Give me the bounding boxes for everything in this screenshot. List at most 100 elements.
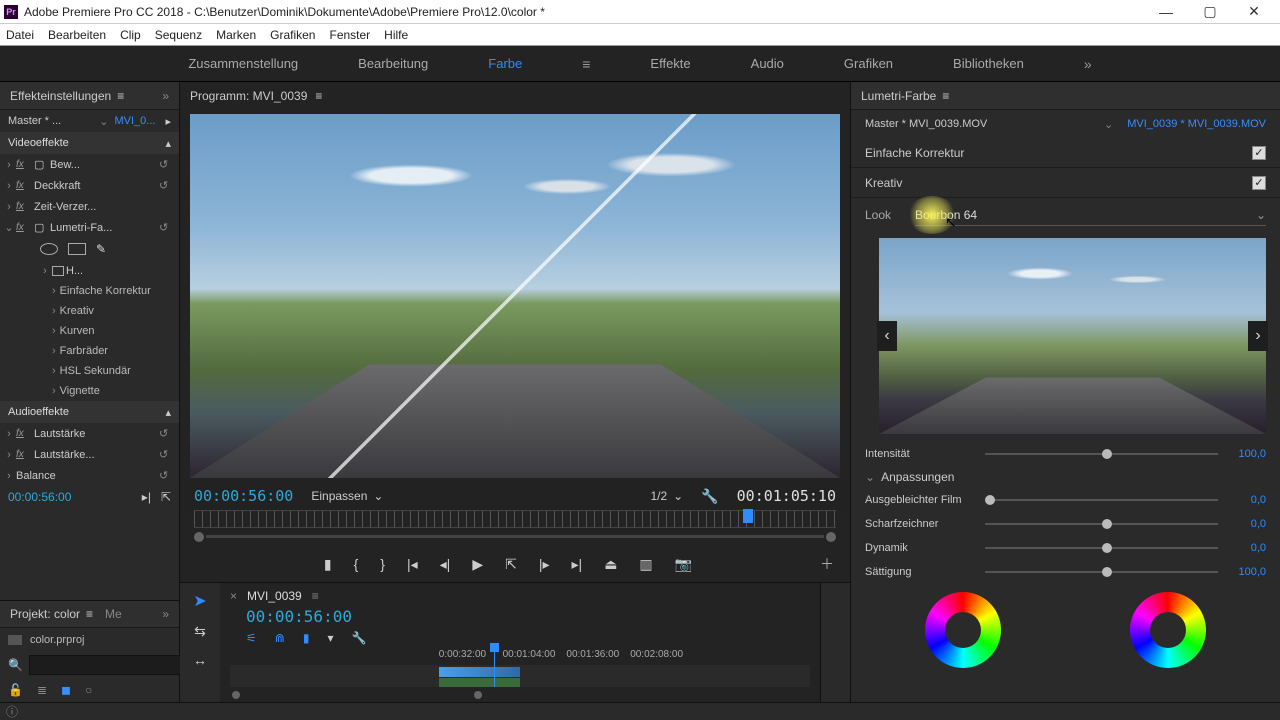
section-toggle-checkbox[interactable]: ✓ [1252, 146, 1266, 160]
timeline-vscroll[interactable] [820, 583, 850, 702]
panel-menu-icon[interactable]: ≡ [117, 89, 124, 103]
play-around-icon[interactable]: ▸| [142, 490, 151, 504]
reset-icon[interactable]: ↺ [159, 179, 175, 192]
reset-icon[interactable]: ↺ [159, 158, 175, 171]
fx-opacity[interactable]: ›fxDeckkraft↺ [0, 175, 179, 196]
mark-out-button[interactable]: } [380, 556, 385, 572]
project-file-row[interactable]: color.prproj [0, 628, 179, 652]
icon-view-icon[interactable]: ◼ [61, 683, 71, 697]
lumetri-sub-basic[interactable]: ›Einfache Korrektur [0, 281, 179, 301]
timeline-video-clip[interactable] [439, 667, 520, 677]
resolution-dropdown[interactable]: 1/2⌄ [650, 489, 683, 503]
current-timecode[interactable]: 00:00:56:00 [194, 487, 293, 505]
program-scrub-bar[interactable] [194, 510, 836, 528]
marker-icon[interactable]: ▾ [327, 631, 333, 645]
lumetri-sub-colorwheels[interactable]: ›Farbräder [0, 341, 179, 361]
audio-effects-header[interactable]: Audioeffekte▴ [0, 401, 179, 423]
workspace-zusammenstellung[interactable]: Zusammenstellung [188, 56, 298, 71]
lock-icon[interactable]: 🔓 [8, 683, 23, 697]
effect-controls-header[interactable]: Effekteinstellungen ≡ » [0, 82, 179, 110]
panel-menu-icon[interactable]: ≡ [86, 607, 93, 621]
shadow-tint-wheel[interactable] [925, 592, 1001, 668]
program-monitor[interactable] [190, 114, 840, 478]
lumetri-master-label[interactable]: Master * MVI_0039.MOV [865, 118, 1098, 130]
program-zoom-bar[interactable] [194, 530, 836, 544]
zoom-handle-left[interactable] [194, 532, 204, 542]
comparison-view-button[interactable]: ▥ [639, 556, 652, 573]
workspace-overflow-icon[interactable]: » [1084, 56, 1092, 72]
workspace-grafiken[interactable]: Grafiken [844, 56, 893, 71]
export-frame-button[interactable]: 📷 [675, 556, 692, 573]
sequence-clip-link[interactable]: MVI_0... [115, 115, 156, 127]
workspace-audio[interactable]: Audio [751, 56, 784, 71]
status-info-icon[interactable]: ⓘ [6, 703, 18, 720]
freeform-view-icon[interactable]: ○ [85, 683, 92, 697]
project-tab-other[interactable]: Me [105, 607, 122, 621]
lumetri-sub-curves[interactable]: ›Kurven [0, 321, 179, 341]
prev-look-button[interactable]: ‹ [877, 321, 897, 351]
close-button[interactable]: ✕ [1232, 3, 1276, 20]
chevron-down-icon[interactable]: ⌄ [99, 115, 108, 128]
workspace-bearbeitung[interactable]: Bearbeitung [358, 56, 428, 71]
menu-marken[interactable]: Marken [216, 28, 256, 42]
slider-knob[interactable] [985, 495, 995, 505]
slider-track[interactable] [985, 499, 1218, 501]
reset-icon[interactable]: ↺ [159, 221, 175, 234]
adjustments-header[interactable]: ⌄Anpassungen [851, 466, 1280, 488]
slider-track[interactable] [985, 523, 1218, 525]
slider-knob[interactable] [1102, 449, 1112, 459]
video-effects-header[interactable]: Videoeffekte▴ [0, 132, 179, 154]
timeline-tracks[interactable] [230, 665, 810, 687]
program-monitor-header[interactable]: Programm: MVI_0039 ≡ [180, 82, 850, 110]
step-forward-button[interactable]: |▸ [539, 556, 550, 573]
slider-knob[interactable] [1102, 567, 1112, 577]
settings-icon[interactable]: 🔧 [701, 488, 718, 505]
rect-mask-icon[interactable] [68, 243, 86, 255]
step-back-button[interactable]: ◂| [440, 556, 451, 573]
master-clip-label[interactable]: Master * ... [8, 115, 93, 127]
timeline-playhead[interactable] [494, 647, 495, 687]
fx-balance[interactable]: ›Balance↺ [0, 465, 179, 486]
fx-time-remap[interactable]: ›fxZeit-Verzer... [0, 196, 179, 217]
list-view-icon[interactable]: ≣ [37, 683, 47, 697]
linked-selection-icon[interactable]: ⋒ [275, 631, 285, 645]
lumetri-section-creative[interactable]: Kreativ ✓ [851, 168, 1280, 198]
workspace-farbe[interactable]: Farbe [488, 56, 522, 71]
button-editor-icon[interactable]: ＋ [820, 554, 850, 574]
slider-track[interactable] [985, 547, 1218, 549]
section-toggle-checkbox[interactable]: ✓ [1252, 176, 1266, 190]
panel-menu-icon[interactable]: ≡ [942, 89, 949, 103]
lumetri-sub-creative[interactable]: ›Kreativ [0, 301, 179, 321]
timeline-ruler[interactable]: 0:00:32:00 00:01:04:00 00:01:36:00 00:02… [230, 649, 810, 664]
fx-volume[interactable]: ›fxLautstärke↺ [0, 423, 179, 444]
workspace-effekte[interactable]: Effekte [650, 56, 690, 71]
zoom-handle[interactable] [232, 691, 240, 699]
next-look-button[interactable]: › [1248, 321, 1268, 351]
maximize-button[interactable]: ▢ [1188, 3, 1232, 20]
slider-track[interactable] [985, 571, 1218, 573]
timeline-zoom-bar[interactable] [230, 691, 810, 702]
lumetri-clip-link[interactable]: MVI_0039 * MVI_0039.MOV [1127, 118, 1266, 130]
menu-clip[interactable]: Clip [120, 28, 141, 42]
export-icon[interactable]: ⇱ [161, 490, 171, 504]
menu-grafiken[interactable]: Grafiken [270, 28, 315, 42]
look-dropdown[interactable]: Bourbon 64 ↖ ⌄ [915, 204, 1266, 226]
timeline-timecode[interactable]: 00:00:56:00 [230, 605, 810, 630]
lumetri-sub-vignette[interactable]: ›Vignette [0, 381, 179, 401]
pen-mask-icon[interactable]: ✎ [96, 242, 106, 256]
fx-lumetri[interactable]: ⌄fx▢Lumetri-Fa...↺ [0, 217, 179, 238]
panel-expand-icon[interactable]: » [162, 89, 169, 103]
toggle-fx-icon[interactable]: ▢ [34, 158, 48, 171]
fit-dropdown[interactable]: Einpassen⌄ [311, 489, 383, 503]
wrench-icon[interactable]: 🔧 [351, 631, 366, 645]
lift-button[interactable]: ⇱ [505, 556, 517, 573]
lumetri-header[interactable]: Lumetri-Farbe ≡ [851, 82, 1280, 110]
add-marker-icon[interactable]: ▮ [303, 631, 310, 645]
slider-value[interactable]: 0,0 [1228, 494, 1266, 506]
play-icon[interactable]: ▸ [165, 115, 171, 128]
lumetri-sub-hsl[interactable]: ›HSL Sekundär [0, 361, 179, 381]
close-tab-icon[interactable]: × [230, 589, 237, 603]
menu-datei[interactable]: Datei [6, 28, 34, 42]
timeline-sequence-name[interactable]: MVI_0039 [247, 589, 302, 603]
fx-motion[interactable]: ›fx▢Bew...↺ [0, 154, 179, 175]
